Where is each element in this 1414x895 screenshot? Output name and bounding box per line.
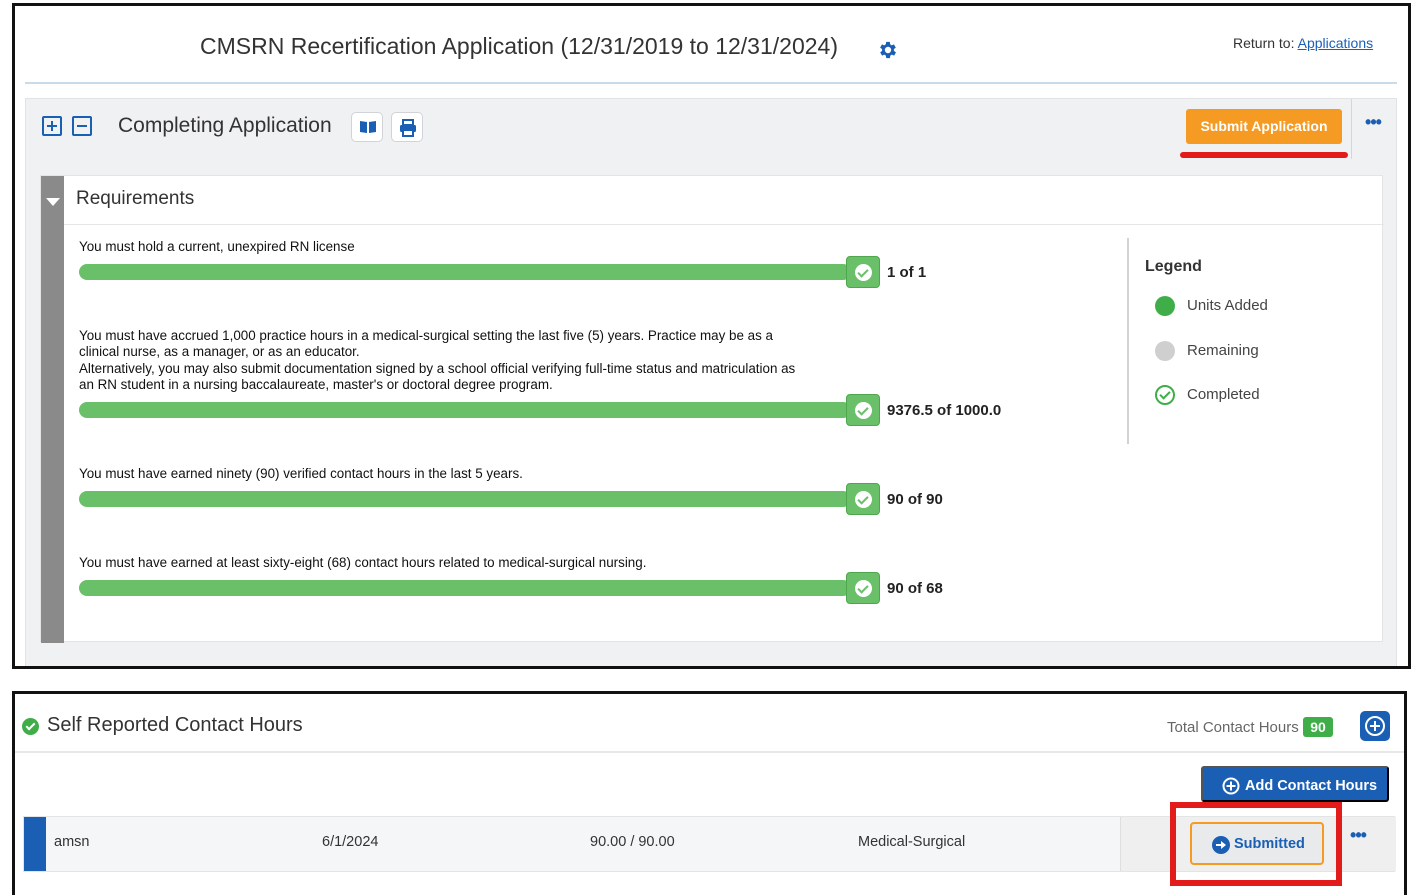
requirement-count: 1 of 1: [887, 264, 927, 281]
book-open-icon: [360, 121, 376, 133]
date-cell: 6/1/2024: [322, 834, 379, 850]
contact-hours-panel: Self Reported Contact Hours Total Contac…: [12, 691, 1407, 895]
print-button[interactable]: [391, 112, 423, 142]
requirement-progress: 90 of 90: [79, 483, 1059, 517]
plus-circle-icon: [1222, 777, 1240, 795]
completed-check-badge: [846, 394, 880, 426]
check-icon: [855, 491, 872, 508]
requirement-count: 9376.5 of 1000.0: [887, 402, 1002, 419]
collapse-all-button[interactable]: [72, 116, 92, 136]
requirement-text-line: Alternatively, you may also submit docum…: [79, 360, 796, 376]
page-title: CMSRN Recertification Application (12/31…: [200, 33, 838, 59]
legend-label: Units Added: [1187, 297, 1268, 314]
requirement-item: You must have earned at least sixty-eigh…: [79, 555, 1079, 604]
toolbar-divider: [1351, 99, 1352, 159]
submitted-status-button[interactable]: Submitted: [1190, 822, 1324, 865]
check-icon: [855, 402, 872, 419]
section-title: Completing Application: [118, 114, 332, 137]
hours-cell: 90.00 / 90.00: [590, 834, 675, 850]
arrow-circle-right-icon: [1212, 836, 1230, 854]
legend-title: Legend: [1145, 258, 1202, 275]
total-contact-hours-badge: 90: [1303, 717, 1333, 737]
legend-divider: [1127, 238, 1129, 444]
filled-green-dot-icon: [1155, 296, 1175, 316]
requirement-text-line: clinical nurse, as a manager, or as an e…: [79, 344, 360, 360]
completed-check-badge: [846, 572, 880, 604]
return-to: Return to: Applications: [1233, 35, 1373, 51]
applications-link[interactable]: Applications: [1298, 35, 1374, 51]
requirements-divider: [64, 224, 1384, 225]
progress-bar: [79, 580, 851, 596]
requirement-text: You must hold a current, unexpired RN li…: [79, 239, 854, 255]
requirement-progress: 1 of 1: [79, 256, 1059, 290]
row-status-stripe: [24, 817, 46, 871]
requirement-progress: 9376.5 of 1000.0: [79, 394, 1059, 428]
contact-hours-divider: [15, 751, 1404, 753]
grey-dot-icon: [1155, 341, 1175, 361]
requirement-text-line: You must hold a current, unexpired RN li…: [79, 239, 355, 254]
completed-check-badge: [846, 256, 880, 288]
guide-book-button[interactable]: [351, 112, 383, 142]
requirements-heading: Requirements: [76, 188, 195, 209]
plus-circle-icon: [1365, 716, 1385, 736]
submit-application-button[interactable]: Submit Application: [1186, 109, 1342, 144]
contact-hours-title: Self Reported Contact Hours: [47, 714, 303, 736]
check-circle-icon: [1155, 385, 1175, 405]
total-contact-hours-label: Total Contact Hours: [1167, 719, 1299, 736]
printer-icon: [400, 119, 416, 137]
requirement-count: 90 of 90: [887, 491, 943, 508]
caret-down-icon: [46, 198, 60, 206]
legend-label: Remaining: [1187, 342, 1259, 359]
requirements-panel: Requirements You must hold a current, un…: [40, 175, 1384, 643]
requirement-text-line: You must have earned ninety (90) verifie…: [79, 466, 523, 481]
requirement-text-line: You must have earned at least sixty-eigh…: [79, 555, 647, 570]
progress-bar: [79, 402, 851, 418]
expand-all-button[interactable]: [42, 116, 62, 136]
title-divider: [25, 82, 1397, 84]
row-more-button[interactable]: •••: [1346, 826, 1370, 850]
requirement-text-line: an RN student in a nursing baccalaureate…: [79, 376, 553, 392]
progress-bar: [79, 264, 851, 280]
section-more-button[interactable]: •••: [1361, 113, 1385, 137]
check-icon: [855, 264, 872, 281]
legend-label: Completed: [1187, 386, 1260, 403]
add-contact-hours-button[interactable]: Add Contact Hours: [1201, 766, 1389, 802]
add-entry-button[interactable]: [1360, 711, 1390, 741]
add-contact-hours-label: Add Contact Hours: [1245, 778, 1378, 794]
requirements-collapse-toggle[interactable]: [41, 176, 64, 643]
return-to-label: Return to:: [1233, 35, 1295, 51]
submit-highlight-underline: [1180, 152, 1348, 158]
requirement-count: 90 of 68: [887, 580, 943, 597]
requirement-item: You must have accrued 1,000 practice hou…: [79, 328, 1079, 426]
check-circle-icon: [22, 718, 39, 735]
requirement-text: You must have accrued 1,000 practice hou…: [79, 328, 854, 393]
requirement-text: You must have earned ninety (90) verifie…: [79, 466, 854, 482]
completed-check-badge: [846, 483, 880, 515]
provider-cell: amsn: [54, 834, 90, 850]
requirement-item: You must have earned ninety (90) verifie…: [79, 466, 1079, 515]
requirement-text: You must have earned at least sixty-eigh…: [79, 555, 854, 571]
requirement-text-line: You must have accrued 1,000 practice hou…: [79, 328, 773, 343]
progress-bar: [79, 491, 851, 507]
gear-icon[interactable]: [877, 39, 899, 61]
submitted-label: Submitted: [1234, 836, 1305, 852]
category-cell: Medical-Surgical: [858, 834, 966, 850]
requirement-progress: 90 of 68: [79, 572, 1059, 606]
application-panel: CMSRN Recertification Application (12/31…: [12, 3, 1411, 669]
check-icon: [855, 580, 872, 597]
requirement-item: You must hold a current, unexpired RN li…: [79, 239, 1079, 288]
